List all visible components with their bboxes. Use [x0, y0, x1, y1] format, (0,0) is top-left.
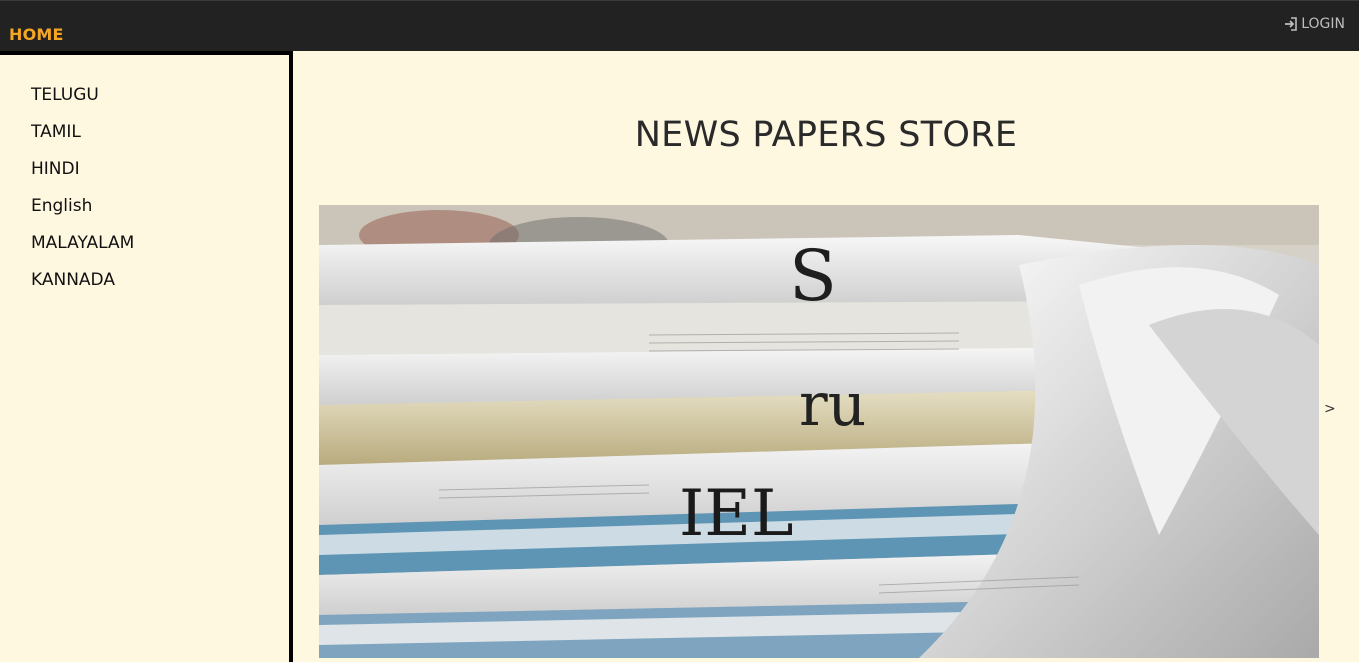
carousel-next-button[interactable]: >: [1324, 401, 1336, 417]
sidebar-item-telugu[interactable]: TELUGU: [31, 81, 134, 118]
page-title: NEWS PAPERS STORE: [634, 115, 1018, 155]
sidebar-item-malayalam[interactable]: MALAYALAM: [31, 229, 134, 266]
login-label: LOGIN: [1301, 16, 1345, 32]
newspaper-stack-photo: S ru IEL: [319, 205, 1319, 658]
sidebar: TELUGU TAMIL HINDI English MALAYALAM KAN…: [0, 51, 293, 662]
sidebar-item-kannada[interactable]: KANNADA: [31, 266, 134, 303]
top-navbar: HOME LOGIN: [0, 0, 1359, 51]
svg-text:ru: ru: [799, 370, 866, 440]
login-link[interactable]: LOGIN: [1284, 16, 1345, 32]
main-content: NEWS PAPERS STORE S ru IEL >: [293, 51, 1359, 658]
sidebar-item-english[interactable]: English: [31, 192, 134, 229]
sidebar-item-tamil[interactable]: TAMIL: [31, 118, 134, 155]
home-link[interactable]: HOME: [9, 25, 64, 44]
carousel-image: S ru IEL: [319, 205, 1319, 658]
svg-text:IEL: IEL: [679, 477, 794, 551]
sidebar-item-hindi[interactable]: HINDI: [31, 155, 134, 192]
language-menu: TELUGU TAMIL HINDI English MALAYALAM KAN…: [31, 81, 134, 303]
login-icon: [1284, 17, 1298, 31]
svg-text:S: S: [789, 235, 837, 317]
